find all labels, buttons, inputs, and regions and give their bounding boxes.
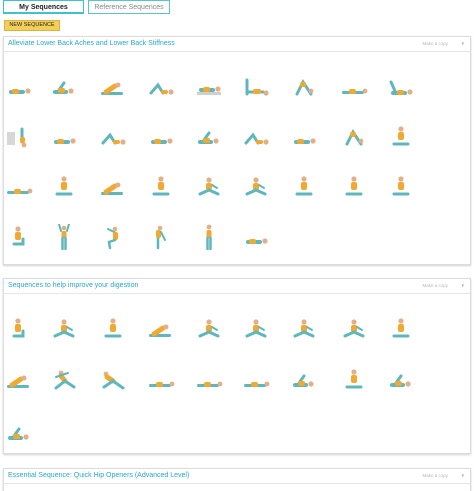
pose-seated-icon[interactable] [339,367,369,393]
pose-lunge-icon[interactable] [98,367,128,393]
make-copy-link[interactable]: Make a copy [422,41,448,46]
card-header: Alleviate Lower Back Aches and Lower Bac… [4,37,470,52]
pose-lying-stretch-icon[interactable] [339,74,369,100]
pose-lying-twist-icon[interactable] [386,367,416,393]
pose-lying-stretch-icon[interactable] [146,367,176,393]
pose-lying-stretch-icon[interactable] [194,367,224,393]
pose-lying-icon[interactable] [241,224,271,250]
make-copy-link[interactable]: Make a copy [422,473,448,478]
pose-lying-icon[interactable] [49,124,79,150]
pose-seated-icon[interactable] [386,174,416,200]
pose-seated-twist-icon[interactable] [49,316,79,342]
pose-standing-icon[interactable] [194,224,224,250]
pose-lying-twist-icon[interactable] [194,124,224,150]
pose-seated-forward-icon[interactable] [98,174,128,200]
tab-my-sequences[interactable]: My Sequences [3,0,84,14]
card-title[interactable]: Essential Sequence: Quick Hip Openers (A… [8,472,189,479]
pose-lying-knees-up-icon[interactable] [241,124,271,150]
pose-lying-blanket-icon[interactable] [194,74,224,100]
tab-reference-sequences[interactable]: Reference Sequences [88,0,170,14]
pose-standing-bend-icon[interactable] [146,224,176,250]
pose-lying-stretch-icon[interactable] [4,174,34,200]
sequence-card: Sequences to help improve your digestion… [3,278,471,454]
pose-lying-twist-icon[interactable] [289,367,319,393]
pose-seated-icon[interactable] [49,174,79,200]
card-title[interactable]: Sequences to help improve your digestion [8,282,138,289]
pose-chair-pose-icon[interactable] [98,224,128,250]
card-header: Essential Sequence: Quick Hip Openers (A… [4,469,470,484]
pose-seated-twist-icon[interactable] [194,316,224,342]
pose-seated-twist-icon[interactable] [289,316,319,342]
pose-lying-icon[interactable] [4,74,34,100]
make-copy-link[interactable]: Make a copy [422,283,448,288]
pose-lying-knees-up-icon[interactable] [98,124,128,150]
pose-kneeling-icon[interactable] [4,224,34,250]
sequence-card: Alleviate Lower Back Aches and Lower Bac… [3,36,471,265]
chevron-icon[interactable]: ▾ [461,283,464,289]
pose-seated-twist-icon[interactable] [241,174,271,200]
pose-seated-twist-icon[interactable] [339,316,369,342]
sequence-tabs: My Sequences Reference Sequences [3,0,170,15]
pose-seated-icon[interactable] [98,316,128,342]
pose-seated-forward-icon[interactable] [98,74,128,100]
pose-forward-bend-icon[interactable] [289,74,319,100]
pose-lying-icon[interactable] [146,124,176,150]
pose-kneeling-icon[interactable] [4,316,34,342]
pose-lying-icon[interactable] [289,124,319,150]
pose-seated-icon[interactable] [146,174,176,200]
chevron-icon[interactable]: ▾ [461,473,464,479]
pose-lying-twist-icon[interactable] [4,420,34,446]
pose-lying-twist-icon[interactable] [49,74,79,100]
pose-seated-icon[interactable] [386,124,416,150]
pose-standing-arms-up-icon[interactable] [49,224,79,250]
card-title[interactable]: Alleviate Lower Back Aches and Lower Bac… [8,40,175,47]
new-sequence-button[interactable]: NEW SEQUENCE [4,20,60,31]
pose-seated-forward-icon[interactable] [146,316,176,342]
pose-seated-forward-icon[interactable] [4,367,34,393]
pose-lying-leg-up-icon[interactable] [386,74,416,100]
pose-twist-lunge-icon[interactable] [49,367,79,393]
pose-seated-icon[interactable] [339,174,369,200]
pose-seated-icon[interactable] [386,316,416,342]
pose-forward-bend-icon[interactable] [339,124,369,150]
pose-lying-stretch-icon[interactable] [241,367,271,393]
sequence-card: Essential Sequence: Quick Hip Openers (A… [3,468,471,491]
pose-seated-icon[interactable] [289,174,319,200]
pose-seated-twist-icon[interactable] [194,174,224,200]
pose-shoulder-stand-icon[interactable] [4,124,34,150]
pose-lying-knees-up-icon[interactable] [146,74,176,100]
chevron-icon[interactable]: ▾ [461,41,464,47]
card-header: Sequences to help improve your digestion… [4,279,470,294]
pose-bridge-icon[interactable] [241,74,271,100]
pose-seated-twist-icon[interactable] [241,316,271,342]
